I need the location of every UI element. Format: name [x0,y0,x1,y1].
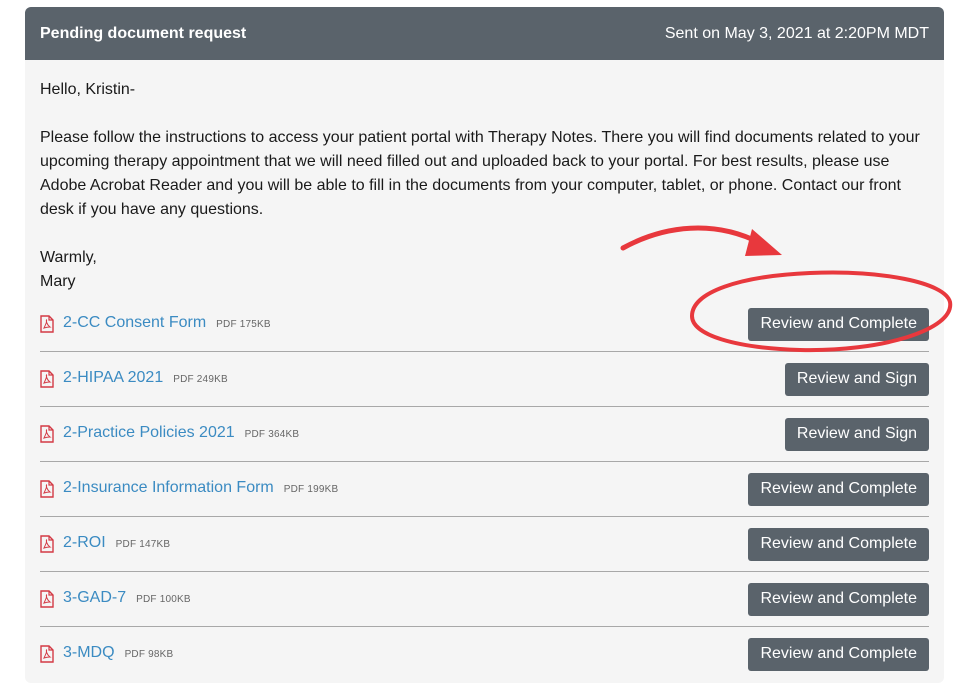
review-and-complete-button[interactable]: Review and Complete [748,527,929,561]
card-header: Pending document request Sent on May 3, … [25,7,944,60]
document-row: 2-Insurance Information Form PDF 199KB R… [40,462,929,517]
request-title: Pending document request [40,24,247,42]
greeting: Hello, Kristin- [40,81,136,98]
pdf-file-icon [40,425,54,443]
file-info: PDF 364KB [244,429,300,440]
document-row: 2-Practice Policies 2021 PDF 364KB Revie… [40,407,929,462]
document-link[interactable]: 2-CC Consent Form [63,311,206,335]
review-and-complete-button[interactable]: Review and Complete [748,307,929,341]
document-link[interactable]: 3-GAD-7 [63,586,126,610]
sent-timestamp: Sent on May 3, 2021 at 2:20PM MDT [664,24,929,42]
file-info: PDF 98KB [124,649,174,660]
message-body: Hello, Kristin- Please follow the instru… [25,60,944,681]
signature: Mary [40,273,76,290]
document-request-card: Pending document request Sent on May 3, … [25,7,944,683]
document-row: 3-GAD-7 PDF 100KB Review and Complete [40,572,929,627]
review-and-complete-button[interactable]: Review and Complete [748,472,929,506]
pdf-file-icon [40,480,54,498]
document-row: 2-ROI PDF 147KB Review and Complete [40,517,929,572]
document-list: 2-CC Consent Form PDF 175KB Review and C… [40,297,929,681]
closing: Warmly, [40,249,97,266]
document-row: 2-HIPAA 2021 PDF 249KB Review and Sign [40,352,929,407]
pdf-file-icon [40,315,54,333]
document-row: 2-CC Consent Form PDF 175KB Review and C… [40,297,929,352]
document-link[interactable]: 2-ROI [63,531,106,555]
message-text: Please follow the instructions to access… [40,129,920,218]
file-info: PDF 249KB [173,374,228,385]
pdf-file-icon [40,535,54,553]
review-and-sign-button[interactable]: Review and Sign [784,417,929,451]
document-link[interactable]: 3-MDQ [63,641,115,665]
file-info: PDF 175KB [216,319,271,330]
review-and-sign-button[interactable]: Review and Sign [784,362,929,396]
review-and-complete-button[interactable]: Review and Complete [748,637,929,671]
file-info: PDF 100KB [136,594,191,605]
file-info: PDF 199KB [283,484,339,495]
pdf-file-icon [40,370,54,388]
review-and-complete-button[interactable]: Review and Complete [748,582,929,616]
pdf-file-icon [40,645,54,663]
document-link[interactable]: 2-HIPAA 2021 [63,366,163,390]
document-row: 3-MDQ PDF 98KB Review and Complete [40,627,929,681]
document-link[interactable]: 2-Insurance Information Form [63,476,274,500]
file-info: PDF 147KB [115,539,171,550]
document-link[interactable]: 2-Practice Policies 2021 [63,421,235,445]
pdf-file-icon [40,590,54,608]
